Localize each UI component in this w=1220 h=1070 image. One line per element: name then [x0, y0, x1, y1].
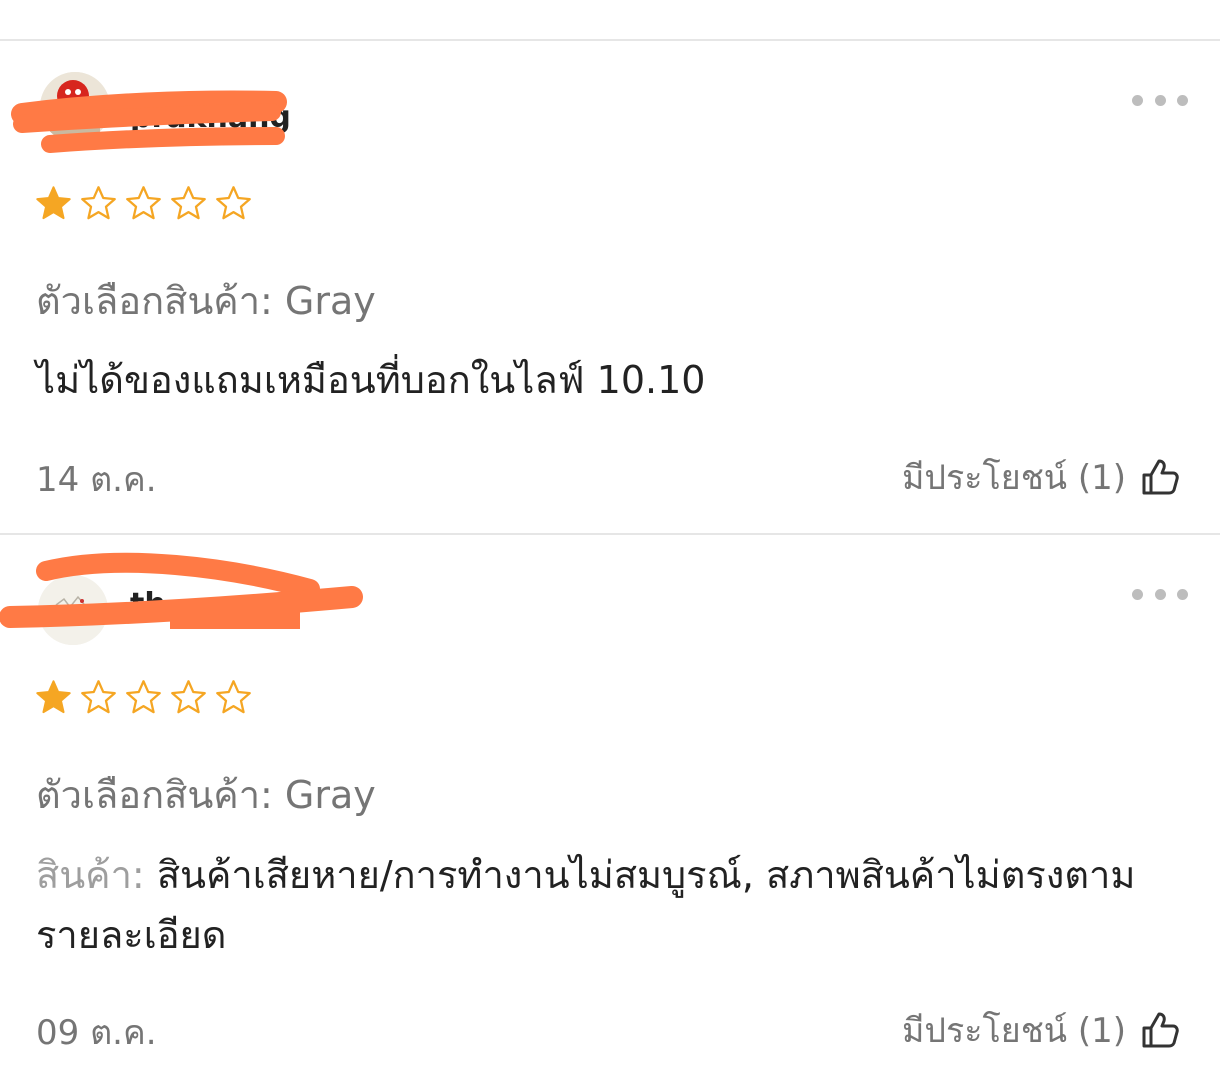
star-empty-icon: [81, 680, 116, 714]
star-rating: [34, 184, 253, 223]
review-comment: ไม่ได้ของแถมเหมือนที่บอกในไลฟ์ 10.10: [36, 350, 1186, 410]
comment-label: สินค้า:: [36, 853, 157, 897]
helpful-label: มีประโยชน์ (1): [902, 458, 1126, 498]
star-filled-icon: [36, 680, 71, 714]
thumbs-up-icon: [1142, 459, 1179, 495]
review-date: 14 ต.ค.: [36, 460, 157, 500]
redaction-scribble: [0, 552, 363, 629]
star-empty-icon: [126, 186, 161, 220]
more-horizontal-icon: [1154, 94, 1166, 106]
more-horizontal-icon: [1154, 588, 1166, 600]
star-rating: [34, 678, 253, 717]
thumbs-up-icon: [1142, 1012, 1179, 1048]
star-empty-icon: [126, 680, 161, 714]
more-options-button[interactable]: [1132, 582, 1188, 606]
helpful-button[interactable]: มีประโยชน์ (1): [902, 1003, 1180, 1057]
star-filled-icon: [36, 186, 71, 220]
star-empty-icon: [171, 186, 206, 220]
product-variant: ตัวเลือกสินค้า: Gray: [36, 773, 376, 817]
star-empty-icon: [216, 186, 251, 220]
redaction-scribble: [11, 90, 287, 153]
review-item: prakhang ตัวเลือกสินค้า: Gray ไม่ได้ของแ…: [0, 0, 1220, 533]
review-date: 09 ต.ค.: [36, 1013, 157, 1053]
more-options-button[interactable]: [1132, 88, 1188, 112]
review-comment: สินค้า: สินค้าเสียหาย/การทำงานไม่สมบูรณ์…: [36, 845, 1186, 965]
product-variant: ตัวเลือกสินค้า: Gray: [36, 279, 376, 323]
more-horizontal-icon: [1132, 94, 1143, 106]
comment-text: ไม่ได้ของแถมเหมือนที่บอกในไลฟ์ 10.10: [36, 358, 706, 402]
comment-text: สินค้าเสียหาย/การทำงานไม่สมบูรณ์, สภาพสิ…: [36, 853, 1136, 957]
more-horizontal-icon: [1132, 588, 1143, 600]
more-horizontal-icon: [1177, 588, 1188, 600]
helpful-label: มีประโยชน์ (1): [902, 1011, 1126, 1051]
helpful-button[interactable]: มีประโยชน์ (1): [902, 450, 1180, 504]
more-horizontal-icon: [1177, 94, 1188, 106]
star-empty-icon: [171, 680, 206, 714]
star-empty-icon: [81, 186, 116, 220]
star-empty-icon: [216, 680, 251, 714]
review-item: th ตัวเลือกสินค้า: Gray สินค้า: สินค้าเส…: [0, 535, 1220, 1070]
